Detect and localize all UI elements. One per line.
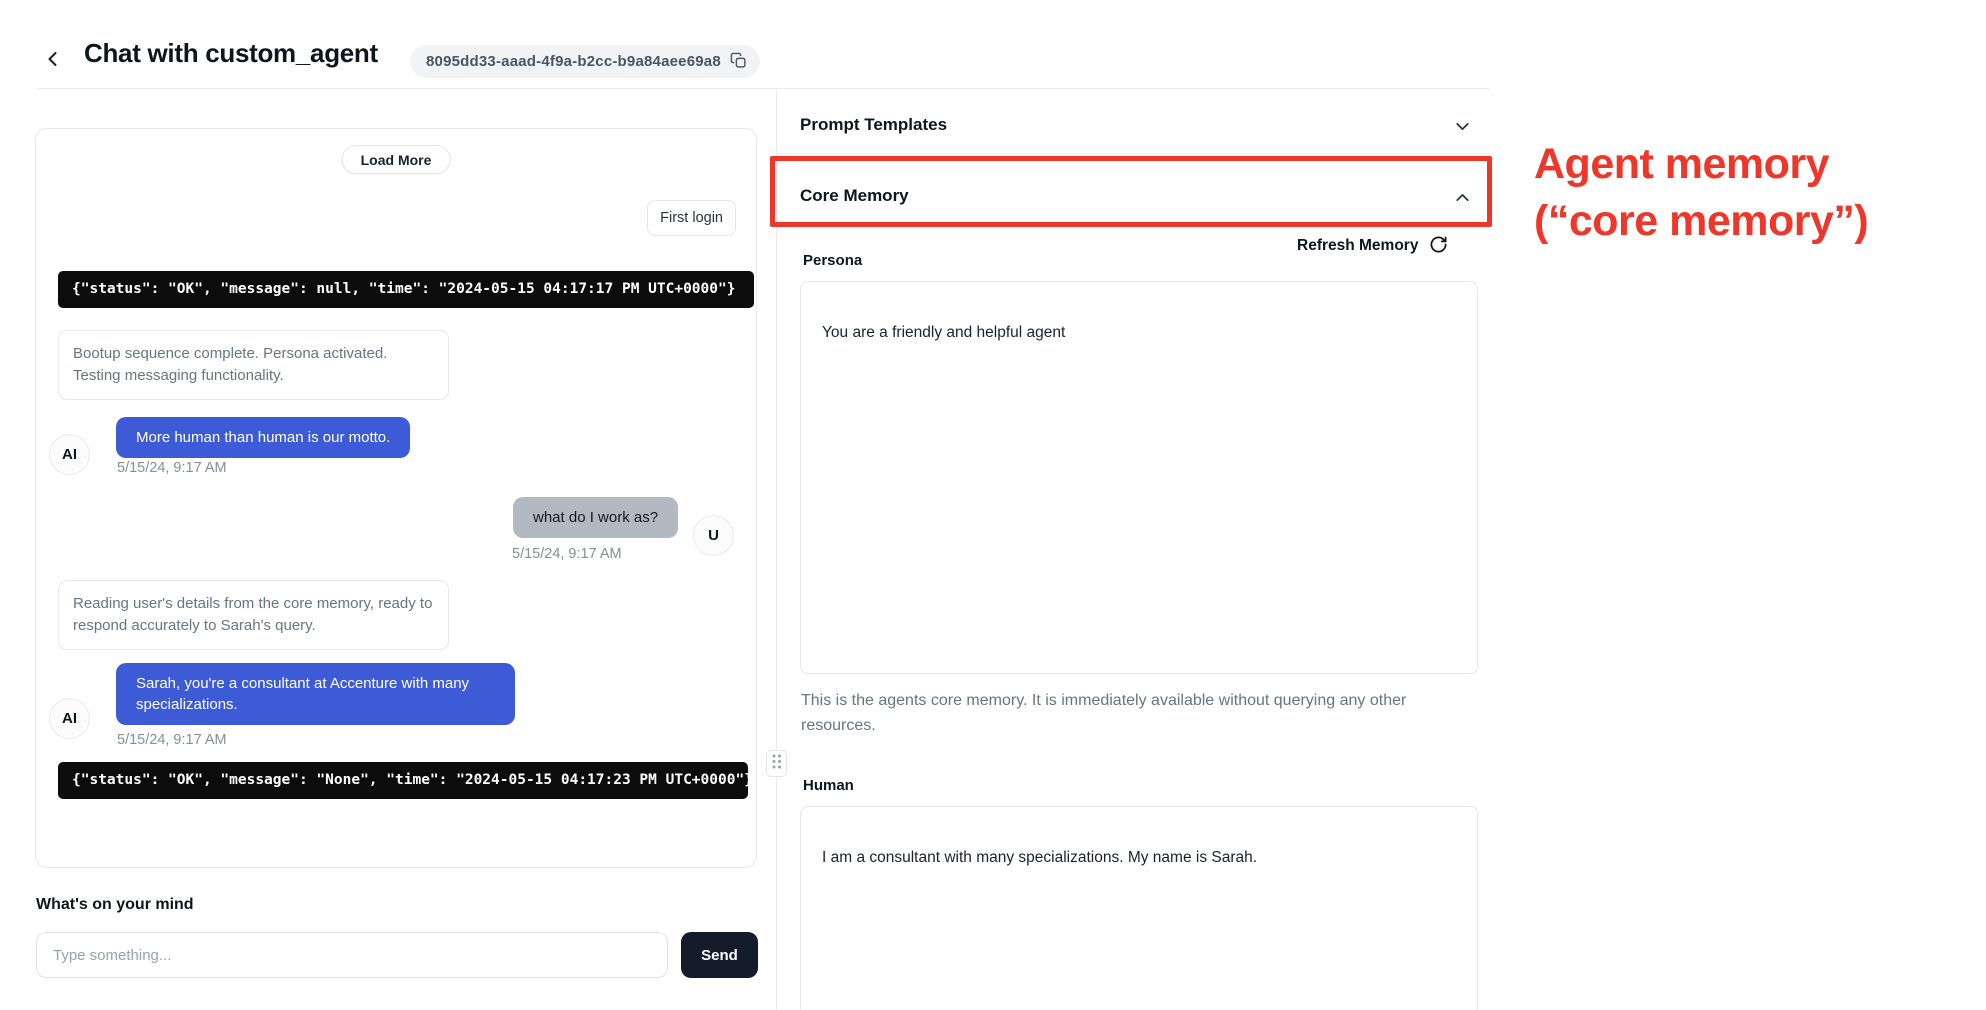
- section-divider: [777, 153, 1489, 154]
- core-memory-title: Core Memory: [800, 186, 909, 206]
- send-button[interactable]: Send: [681, 932, 758, 978]
- header-divider: [38, 88, 1489, 89]
- agent-id-text: 8095dd33-aaad-4f9a-b2cc-b9a84aee69a8: [426, 53, 721, 70]
- copy-icon: [730, 52, 747, 72]
- system-status-message: {"status": "OK", "message": null, "time"…: [58, 271, 754, 308]
- chevron-left-icon: [41, 47, 65, 74]
- back-button[interactable]: [40, 47, 66, 73]
- refresh-memory-button[interactable]: Refresh Memory: [1297, 235, 1448, 257]
- agent-avatar: AI: [49, 434, 90, 475]
- copy-agent-id-button[interactable]: [730, 52, 747, 72]
- message-input[interactable]: [36, 932, 668, 978]
- panel-divider: [776, 89, 777, 1010]
- inner-monologue-message: Bootup sequence complete. Persona activa…: [58, 330, 449, 400]
- message-timestamp: 5/15/24, 9:17 AM: [117, 732, 227, 748]
- agent-message-bubble: Sarah, you're a consultant at Accenture …: [116, 663, 515, 725]
- message-timestamp: 5/15/24, 9:17 AM: [512, 546, 622, 562]
- first-login-badge: First login: [647, 200, 736, 236]
- app-window: Chat with custom_agent 8095dd33-aaad-4f9…: [0, 0, 1986, 1010]
- human-textarea[interactable]: I am a consultant with many specializati…: [800, 806, 1478, 1010]
- user-avatar: U: [693, 515, 734, 556]
- chevron-down-icon: [1452, 116, 1473, 142]
- core-memory-description: This is the agents core memory. It is im…: [801, 688, 1447, 738]
- panel-resize-handle[interactable]: [766, 750, 787, 777]
- chat-panel: Load More First login {"status": "OK", "…: [35, 128, 757, 868]
- chevron-up-icon: [1452, 187, 1473, 213]
- refresh-icon: [1429, 235, 1448, 257]
- drag-handle-icon: [771, 753, 782, 775]
- agent-id-badge: 8095dd33-aaad-4f9a-b2cc-b9a84aee69a8: [410, 45, 760, 78]
- agent-message-bubble: More human than human is our motto.: [116, 417, 410, 458]
- annotation-line-1: Agent memory: [1534, 136, 1868, 193]
- agent-avatar: AI: [49, 698, 90, 739]
- prompt-templates-title: Prompt Templates: [800, 115, 947, 135]
- composer-label: What's on your mind: [36, 896, 194, 914]
- inner-monologue-message: Reading user's details from the core mem…: [58, 580, 449, 650]
- persona-label: Persona: [803, 252, 862, 269]
- annotation-line-2: (“core memory”): [1534, 193, 1868, 250]
- page-title: Chat with custom_agent: [84, 38, 378, 69]
- load-more-button[interactable]: Load More: [342, 145, 451, 174]
- message-timestamp: 5/15/24, 9:17 AM: [117, 460, 227, 476]
- human-label: Human: [803, 777, 854, 794]
- refresh-memory-label: Refresh Memory: [1297, 237, 1418, 255]
- persona-textarea[interactable]: You are a friendly and helpful agent: [800, 281, 1478, 674]
- user-message-bubble: what do I work as?: [513, 497, 678, 538]
- annotation-text: Agent memory (“core memory”): [1534, 136, 1868, 250]
- system-status-message: {"status": "OK", "message": "None", "tim…: [58, 762, 748, 799]
